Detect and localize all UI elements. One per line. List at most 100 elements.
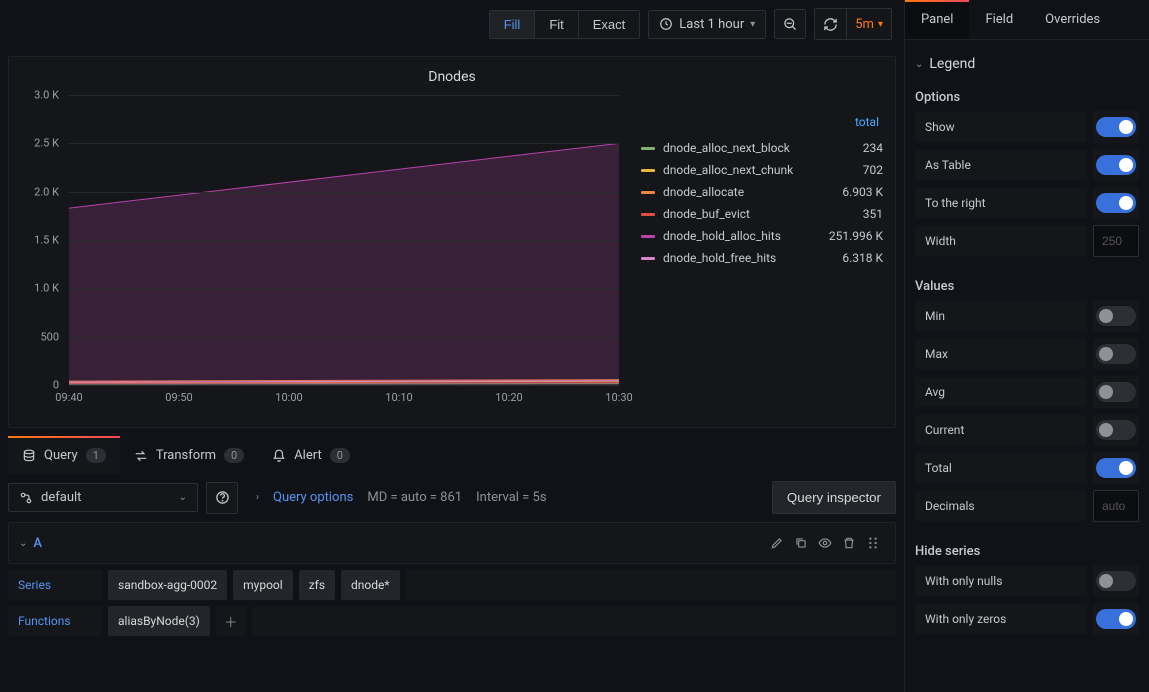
val-max-toggle[interactable]	[1096, 344, 1136, 364]
scale-exact-button[interactable]: Exact	[579, 11, 640, 38]
scale-fit-button[interactable]: Fit	[535, 11, 578, 38]
legend-series-value: 251.996 K	[823, 229, 883, 243]
opt-width-input[interactable]	[1093, 225, 1139, 257]
function-segment[interactable]: aliasByNode(3)	[108, 606, 210, 636]
chevron-down-icon: ⌄	[19, 538, 27, 549]
chevron-down-icon: ⌄	[915, 59, 923, 70]
toggle-visibility-button[interactable]	[813, 531, 837, 555]
plot-area	[69, 95, 619, 385]
query-options[interactable]: › Query options MD = auto = 861 Interval…	[246, 484, 764, 511]
database-icon	[22, 449, 36, 463]
val-max-label: Max	[915, 339, 1087, 369]
query-row-header[interactable]: ⌄ A	[8, 522, 896, 564]
refresh-interval-label: 5m	[855, 17, 874, 32]
side-tab-field[interactable]: Field	[969, 0, 1029, 39]
functions-label: Functions	[8, 606, 102, 636]
datasource-picker[interactable]: default ⌄	[8, 483, 198, 512]
val-avg-label: Avg	[915, 377, 1087, 407]
series-segment[interactable]: zfs	[299, 570, 335, 600]
val-min-label: Min	[915, 301, 1087, 331]
y-tick-label: 2.0 K	[34, 185, 59, 198]
opt-show-label: Show	[915, 112, 1087, 142]
x-tick-label: 10:10	[385, 391, 412, 404]
opt-show-toggle[interactable]	[1096, 117, 1136, 137]
hide-zeros-toggle[interactable]	[1096, 609, 1136, 629]
edit-query-button[interactable]	[765, 531, 789, 555]
query-toolbar: default ⌄ › Query options MD = auto = 86…	[0, 473, 904, 522]
series-segment[interactable]: dnode*	[341, 570, 400, 600]
chart[interactable]: 05001.0 K1.5 K2.0 K2.5 K3.0 K 09:4009:50…	[21, 95, 623, 415]
query-options-label: Query options	[273, 490, 353, 505]
functions-row: Functions aliasByNode(3) ＋	[8, 606, 896, 636]
opt-width-label: Width	[915, 226, 1087, 256]
chevron-down-icon: ▾	[878, 19, 883, 30]
val-current-toggle[interactable]	[1096, 420, 1136, 440]
hide-nulls-toggle[interactable]	[1096, 571, 1136, 591]
transform-icon	[134, 449, 148, 463]
y-tick-label: 1.0 K	[34, 282, 59, 295]
tab-transform-count: 0	[224, 448, 244, 463]
tab-transform[interactable]: Transform 0	[120, 438, 258, 473]
legend-row[interactable]: dnode_hold_free_hits 6.318 K	[641, 247, 883, 269]
legend-header[interactable]: total	[641, 115, 883, 129]
opt-toright-label: To the right	[915, 188, 1087, 218]
x-tick-label: 10:20	[495, 391, 522, 404]
copy-icon	[794, 536, 808, 550]
series-segment[interactable]: sandbox-agg-0002	[108, 570, 227, 600]
tab-query-label: Query	[44, 448, 78, 463]
add-function-button[interactable]: ＋	[216, 606, 246, 636]
legend-swatch	[641, 257, 655, 260]
functions-input-rest[interactable]	[252, 606, 896, 636]
tab-alert-count: 0	[330, 448, 350, 463]
legend-series-name: dnode_hold_alloc_hits	[663, 229, 815, 243]
side-tab-overrides[interactable]: Overrides	[1029, 0, 1116, 39]
val-total-toggle[interactable]	[1096, 458, 1136, 478]
legend-row[interactable]: dnode_alloc_next_block 234	[641, 137, 883, 159]
legend-section-header[interactable]: ⌄ Legend	[915, 48, 1139, 80]
chevron-down-icon: ▾	[750, 19, 755, 30]
datasource-name: default	[41, 490, 81, 505]
val-decimals-input[interactable]	[1093, 490, 1139, 522]
drag-handle[interactable]	[861, 531, 885, 555]
refresh-interval-picker[interactable]: 5m ▾	[847, 9, 891, 39]
top-toolbar: Fill Fit Exact Last 1 hour ▾ 5m ▾	[0, 0, 904, 48]
time-range-label: Last 1 hour	[679, 17, 744, 32]
zoom-out-button[interactable]	[774, 9, 806, 39]
legend-row[interactable]: dnode_hold_alloc_hits 251.996 K	[641, 225, 883, 247]
legend-swatch	[641, 213, 655, 216]
series-segment[interactable]: mypool	[233, 570, 293, 600]
val-min-toggle[interactable]	[1096, 306, 1136, 326]
hide-subheader: Hide series	[915, 544, 1139, 559]
side-tabs: Panel Field Overrides	[905, 0, 1149, 40]
x-tick-label: 09:50	[165, 391, 192, 404]
series-label: Series	[8, 570, 102, 600]
datasource-help-button[interactable]	[206, 482, 238, 514]
query-inspector-button[interactable]: Query inspector	[772, 481, 896, 514]
refresh-button[interactable]	[815, 9, 847, 39]
tab-alert[interactable]: Alert 0	[258, 438, 364, 473]
series-input-rest[interactable]	[406, 570, 896, 600]
x-tick-label: 09:40	[55, 391, 82, 404]
tab-alert-label: Alert	[294, 448, 322, 463]
legend-series-value: 351	[823, 207, 883, 221]
x-tick-label: 10:30	[605, 391, 632, 404]
opt-toright-toggle[interactable]	[1096, 193, 1136, 213]
side-tab-panel[interactable]: Panel	[905, 0, 969, 39]
eye-icon	[818, 536, 832, 550]
hide-zeros-label: With only zeros	[915, 604, 1087, 634]
duplicate-query-button[interactable]	[789, 531, 813, 555]
opt-astable-toggle[interactable]	[1096, 155, 1136, 175]
time-range-picker[interactable]: Last 1 hour ▾	[648, 10, 766, 39]
legend-row[interactable]: dnode_alloc_next_chunk 702	[641, 159, 883, 181]
tab-query[interactable]: Query 1	[8, 438, 120, 473]
delete-query-button[interactable]	[837, 531, 861, 555]
legend-series-name: dnode_alloc_next_block	[663, 141, 815, 155]
hide-nulls-label: With only nulls	[915, 566, 1087, 596]
series-row: Series sandbox-agg-0002mypoolzfsdnode*	[8, 570, 896, 600]
legend-section-label: Legend	[929, 56, 975, 72]
tab-transform-label: Transform	[156, 448, 216, 463]
legend-row[interactable]: dnode_buf_evict 351	[641, 203, 883, 225]
val-avg-toggle[interactable]	[1096, 382, 1136, 402]
scale-fill-button[interactable]: Fill	[490, 11, 536, 38]
legend-row[interactable]: dnode_allocate 6.903 K	[641, 181, 883, 203]
